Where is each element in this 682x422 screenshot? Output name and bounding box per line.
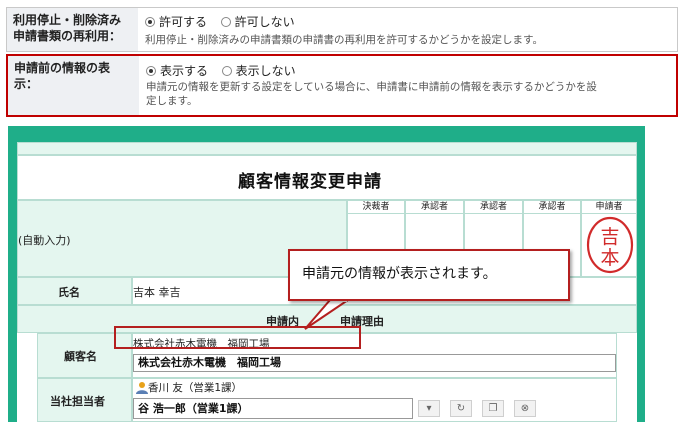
applicant-name: 吉本 幸吉 [133, 286, 181, 299]
chevron-down-icon: ▾ [426, 403, 432, 414]
reset-icon: ↻ [456, 403, 466, 414]
reuse-allow-radio[interactable] [145, 17, 155, 27]
reuse-deny-label[interactable]: 許可しない [235, 15, 295, 29]
callout-text: 申請元の情報が表示されます。 [302, 266, 497, 282]
approval-box-applicant: 申請者 吉 本 [581, 200, 637, 277]
staff-previous-value: 香川 友（営業1課） [148, 382, 243, 394]
description-line1: 申請元の情報を更新する設定をしている場合に、申請書に申請前の情報を表示するかどう… [146, 81, 597, 93]
setting-description-reuse: 利用停止・削除済みの申請書類の申請書の再利用を許可するかどうかを設定します。 [145, 33, 543, 47]
reuse-allow-label[interactable]: 許可する [159, 15, 207, 29]
form-title-cell: 顧客情報変更申請 [17, 155, 637, 200]
show-previous-off-radio[interactable] [221, 66, 232, 76]
reuse-deny-radio[interactable] [220, 17, 231, 27]
name-label: 氏名 [58, 286, 80, 299]
approval-header: 申請者 [582, 201, 636, 214]
callout-pointer [304, 299, 352, 330]
staff-label: 当社担当者 [50, 395, 105, 408]
setting-label-show-previous: 申請前の情報の表 示： [8, 56, 139, 115]
staff-value-cell: 香川 友（営業1課） 谷 浩一郎（営業1課） ▾ ↻ ❐ ⊗ [132, 378, 617, 422]
description-line2: 定します。 [146, 95, 198, 107]
copy-icon: ❐ [488, 403, 498, 414]
setting-row-show-previous: 申請前の情報の表 示： 表示する 表示しない 申請元の情報を更新する設定をしてい… [6, 54, 678, 117]
staff-label-cell: 当社担当者 [37, 378, 132, 422]
clear-icon: ⊗ [520, 403, 530, 414]
hanko-stamp-icon: 吉 本 [586, 216, 634, 274]
show-previous-on-radio[interactable] [146, 66, 156, 76]
form-title: 顧客情報変更申請 [238, 172, 382, 192]
customer-name-input[interactable]: 株式会社赤木電機 福岡工場 [133, 354, 616, 372]
setting-label-line2: 示： [14, 77, 39, 91]
staff-selected-value: 谷 浩一郎（営業1課） [138, 402, 249, 415]
auto-input-label: (自動入力) [18, 234, 71, 247]
show-previous-radio-group: 表示する 表示しない [146, 62, 296, 79]
customer-label: 顧客名 [64, 350, 97, 363]
staff-select[interactable]: 谷 浩一郎（営業1課） [133, 398, 413, 419]
approval-header: 決裁者 [348, 201, 404, 214]
setting-label-line2: 申請書類の再利用： [13, 29, 122, 43]
setting-label-line1: 利用停止・削除済み [13, 13, 122, 27]
description-line1: 利用停止・削除済みの申請書類の申請書の再利用を許可するかどうかを設定します。 [145, 34, 543, 46]
staff-reset-button[interactable]: ↻ [450, 400, 472, 417]
setting-row-reuse: 利用停止・削除済み 申請書類の再利用： 許可する 許可しない 利用停止・削除済み… [6, 7, 678, 52]
show-previous-on-label[interactable]: 表示する [160, 64, 208, 78]
name-label-cell: 氏名 [17, 277, 132, 305]
setting-label-reuse: 利用停止・削除済み 申請書類の再利用： [7, 8, 138, 51]
setting-label-line1: 申請前の情報の表 [14, 61, 111, 75]
approval-header: 承認者 [406, 201, 463, 214]
staff-dropdown-button[interactable]: ▾ [418, 400, 440, 417]
show-previous-off-label[interactable]: 表示しない [236, 64, 296, 78]
setting-description-show-previous: 申請元の情報を更新する設定をしている場合に、申請書に申請前の情報を表示するかどう… [146, 80, 597, 108]
user-avatar-icon [136, 382, 148, 394]
staff-clear-button[interactable]: ⊗ [514, 400, 536, 417]
reuse-radio-group: 許可する 許可しない [145, 13, 295, 30]
stamp-top-char: 吉 [600, 226, 619, 248]
staff-copy-button[interactable]: ❐ [482, 400, 504, 417]
info-callout: 申請元の情報が表示されます。 [288, 249, 570, 301]
stamp-bottom-char: 本 [600, 247, 619, 269]
approval-header: 承認者 [465, 201, 522, 214]
form-top-band [17, 142, 637, 155]
approval-header: 承認者 [524, 201, 580, 214]
